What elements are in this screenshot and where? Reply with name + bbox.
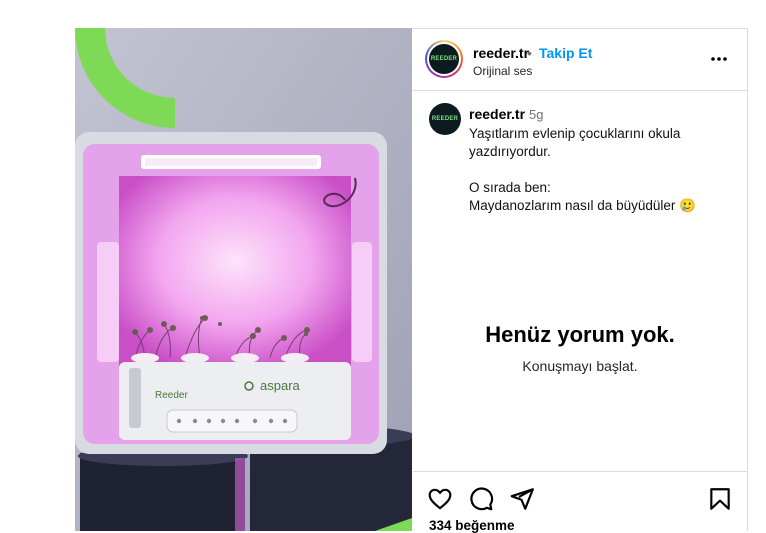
- caption-line: Yaşıtlarım evlenip çocuklarını okula: [469, 126, 681, 141]
- caption-line: [469, 161, 734, 179]
- header-separator: •: [527, 45, 532, 61]
- caption-username[interactable]: reeder.tr: [469, 106, 525, 122]
- avatar-text: REEDER: [430, 56, 458, 62]
- caption-avatar-text: REEDER: [431, 116, 459, 122]
- more-horizontal-icon[interactable]: [709, 51, 729, 67]
- bookmark-icon[interactable]: [707, 486, 733, 512]
- story-ring[interactable]: REEDER: [425, 40, 463, 78]
- avatar[interactable]: REEDER: [429, 44, 459, 74]
- caption-text: Yaşıtlarım evlenip çocuklarını okula yaz…: [469, 125, 734, 215]
- share-icon[interactable]: [509, 486, 535, 512]
- post-image[interactable]: Reeder aspara: [75, 28, 412, 531]
- heart-icon[interactable]: [427, 486, 453, 512]
- grow-device-photo: Reeder aspara: [75, 28, 412, 531]
- comment-icon[interactable]: [468, 486, 494, 512]
- no-comments-subtitle: Konuşmayı başlat.: [522, 358, 638, 374]
- header-username[interactable]: reeder.tr: [473, 45, 529, 61]
- caption-line: yazdırıyordur.: [469, 144, 551, 159]
- audio-label[interactable]: Orijinal ses: [473, 64, 532, 78]
- caption-line: Maydanozlarım nasıl da büyüdüler 🥲: [469, 198, 696, 213]
- post-header: REEDER reeder.tr • Takip Et Orijinal ses: [413, 29, 747, 91]
- post-side-panel: REEDER reeder.tr • Takip Et Orijinal ses…: [413, 28, 748, 533]
- device-logo-text: aspara: [260, 378, 301, 393]
- caption-line: O sırada ben:: [469, 180, 551, 195]
- no-comments-title: Henüz yorum yok.: [485, 322, 675, 347]
- follow-button[interactable]: Takip Et: [539, 45, 592, 61]
- caption-avatar[interactable]: REEDER: [429, 103, 461, 135]
- device-brand-text: Reeder: [155, 390, 188, 401]
- caption-time[interactable]: 5g: [529, 107, 543, 122]
